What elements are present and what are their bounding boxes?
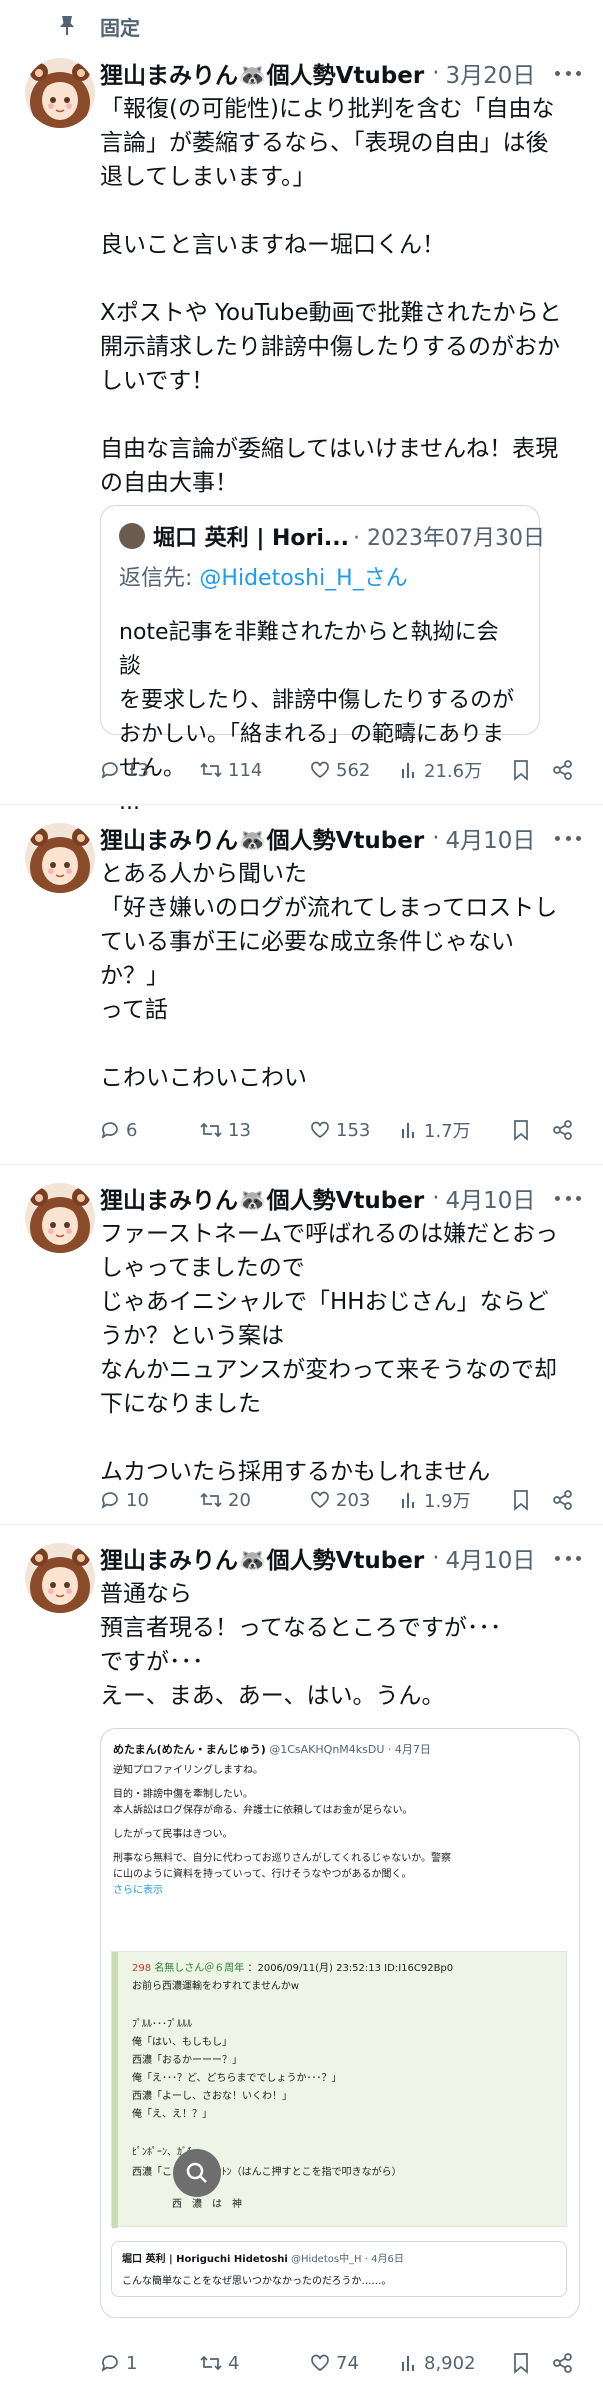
share-button[interactable]: [552, 1115, 580, 1145]
display-name[interactable]: 狸山まみりん🦝個人勢Vtuber: [100, 56, 424, 90]
tweet-date[interactable]: 4月10日: [446, 821, 536, 855]
tweet-date[interactable]: 4月10日: [446, 1541, 536, 1575]
tweet-1[interactable]: 狸山まみりん🦝個人勢Vtuber · 3月20日 「報復(の可能性)により批判を…: [0, 50, 603, 815]
pin-icon: [60, 16, 74, 35]
tweet-actions: 13 114 562 21.6万: [100, 755, 580, 785]
avatar[interactable]: [25, 823, 95, 893]
like-button[interactable]: 153: [310, 1115, 370, 1145]
views-button[interactable]: 8,902: [400, 2348, 476, 2378]
bookmark-button[interactable]: [512, 1485, 536, 1515]
views-button[interactable]: 1.7万: [400, 1115, 471, 1145]
tweet-actions: 1 4 74 8,902: [100, 2348, 580, 2378]
tweet-date[interactable]: 4月10日: [446, 1181, 536, 1215]
image-tweet-text: 逆知プロファイリングしますね。 目的・誹謗中傷を牽制したい。 本人訴訟はログ保存…: [113, 1765, 451, 1896]
heart-icon: [311, 761, 329, 779]
tweet-2[interactable]: 狸山まみりん🦝個人勢Vtuber · 4月10日 とある人から聞いた 「好き嫌い…: [0, 805, 603, 1165]
repost-button[interactable]: 114: [200, 755, 262, 785]
tweet-header: 狸山まみりん🦝個人勢Vtuber · 4月10日: [100, 821, 535, 855]
reply-icon: [101, 1122, 118, 1139]
repost-icon: [200, 2355, 222, 2371]
repost-button[interactable]: 20: [200, 1485, 251, 1515]
bookmark-icon: [514, 2353, 528, 2374]
more-icon[interactable]: [555, 56, 581, 90]
more-icon[interactable]: [555, 1181, 581, 1215]
quote-date: · 2023年07月30日: [353, 526, 545, 551]
bookmark-button[interactable]: [512, 1115, 536, 1145]
tweet-3[interactable]: 狸山まみりん🦝個人勢Vtuber · 4月10日 ファーストネームで呼ばれるのは…: [0, 1165, 603, 1525]
image-nested-tweet: 堀口 英利 | Horiguchi Hidetoshi @Hidetos中_H …: [111, 2241, 567, 2297]
reply-button[interactable]: 6: [100, 1115, 137, 1145]
tweet-text: ファーストネームで呼ばれるのは嫌だとおっ しゃってましたので じゃあイニシャルで…: [100, 1221, 559, 1485]
quote-author: 堀口 英利 | Hori...: [153, 526, 350, 551]
quote-reply-handle[interactable]: @Hidetoshi_H_さん: [199, 566, 407, 591]
display-name[interactable]: 狸山まみりん🦝個人勢Vtuber: [100, 1181, 424, 1215]
share-icon: [553, 1490, 572, 1510]
tweet-4[interactable]: 狸山まみりん🦝個人勢Vtuber · 4月10日 普通なら 預言者現る！ってなる…: [0, 1525, 603, 2400]
like-button[interactable]: 203: [310, 1485, 370, 1515]
reply-button[interactable]: 10: [100, 1485, 149, 1515]
reply-button[interactable]: 13: [100, 755, 149, 785]
quoted-tweet[interactable]: 堀口 英利 | Hori... · 2023年07月30日 返信先: @Hide…: [100, 505, 545, 815]
reply-icon: [101, 1492, 118, 1509]
repost-icon: [200, 1492, 222, 1508]
share-icon: [553, 1120, 572, 1140]
views-button[interactable]: 1.9万: [400, 1485, 471, 1515]
views-icon: [402, 1123, 414, 1138]
bookmark-button[interactable]: [512, 755, 536, 785]
quote-text: note記事を非難されたからと執拗に会談 を要求したり、誹謗中傷したりするのが …: [119, 620, 515, 815]
display-name[interactable]: 狸山まみりん🦝個人勢Vtuber: [100, 1541, 424, 1575]
zoom-lens-icon[interactable]: [173, 2149, 221, 2197]
heart-icon: [311, 2354, 329, 2372]
tweet-text: とある人から聞いた 「好き嫌いのログが流れてしまってロストし ている事が王に必要…: [100, 861, 558, 1091]
tweet-header: 狸山まみりん🦝個人勢Vtuber · 3月20日: [100, 56, 535, 90]
bookmark-button[interactable]: [512, 2348, 536, 2378]
repost-icon: [200, 762, 222, 778]
bookmark-icon: [514, 760, 528, 781]
reply-icon: [101, 762, 118, 779]
tweet-text: 普通なら 預言者現る！ってなるところですが･･･ ですが･･･ えー、まあ、あー…: [100, 1581, 502, 1709]
heart-icon: [311, 1491, 329, 1509]
like-button[interactable]: 74: [310, 2348, 359, 2378]
views-icon: [402, 2356, 414, 2371]
repost-icon: [200, 1122, 222, 1138]
share-icon: [553, 2353, 572, 2373]
quote-reply-to: 返信先: @Hidetoshi_H_さん: [119, 566, 408, 591]
bookmark-icon: [514, 1490, 528, 1511]
avatar[interactable]: [25, 1543, 95, 1613]
views-button[interactable]: 21.6万: [400, 755, 482, 785]
views-icon: [402, 1493, 414, 1508]
pinned-indicator: 固定: [0, 0, 603, 50]
share-button[interactable]: [552, 2348, 580, 2378]
tweet-actions: 6 13 153 1.7万: [100, 1115, 580, 1145]
tweet-actions: 10 20 203 1.9万: [100, 1485, 580, 1515]
more-icon[interactable]: [555, 821, 581, 855]
repost-button[interactable]: 4: [200, 2348, 239, 2378]
tweet-header: 狸山まみりん🦝個人勢Vtuber · 4月10日: [100, 1181, 535, 1215]
display-name[interactable]: 狸山まみりん🦝個人勢Vtuber: [100, 821, 424, 855]
reply-button[interactable]: 1: [100, 2348, 137, 2378]
tweet-date[interactable]: 3月20日: [446, 56, 536, 90]
like-button[interactable]: 562: [310, 755, 370, 785]
pinned-label: 固定: [100, 16, 140, 40]
share-button[interactable]: [552, 1485, 580, 1515]
image-tweet-header: めたまん(めたん・まんじゅう) @1CsAKHQnM4ksDU · 4月7日: [113, 1743, 431, 1756]
avatar[interactable]: [25, 58, 95, 128]
views-icon: [402, 763, 414, 778]
reply-icon: [101, 2355, 118, 2372]
repost-button[interactable]: 13: [200, 1115, 251, 1145]
heart-icon: [311, 1121, 329, 1139]
tweet-header: 狸山まみりん🦝個人勢Vtuber · 4月10日: [100, 1541, 535, 1575]
tweet-text: 「報復(の可能性)により批判を含む「自由な 言論」が萎縮するなら、「表現の自由」…: [100, 96, 562, 496]
share-icon: [553, 760, 572, 780]
share-button[interactable]: [552, 755, 580, 785]
quote-avatar: [119, 523, 145, 549]
avatar[interactable]: [25, 1183, 95, 1253]
attached-image[interactable]: めたまん(めたん・まんじゅう) @1CsAKHQnM4ksDU · 4月7日 逆…: [100, 1728, 580, 2318]
more-icon[interactable]: [555, 1541, 581, 1575]
bookmark-icon: [514, 1120, 528, 1141]
